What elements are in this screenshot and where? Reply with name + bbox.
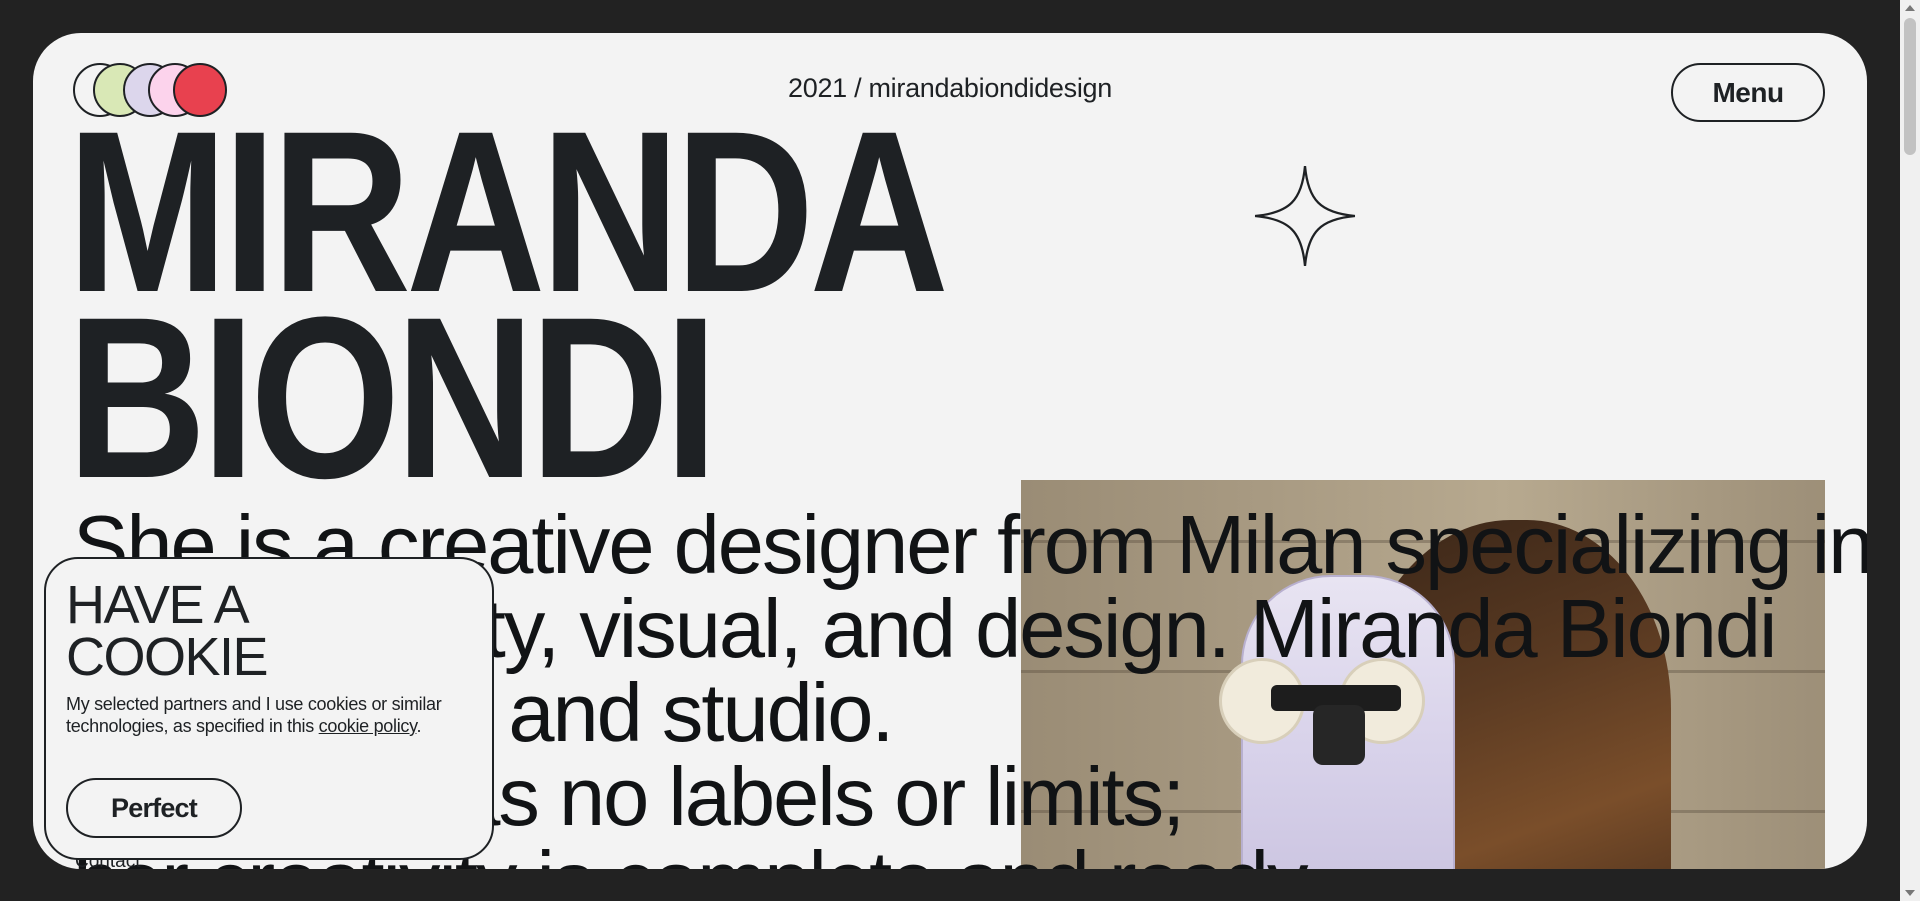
four-point-star-icon	[1254, 165, 1356, 267]
scrollbar-thumb[interactable]	[1904, 18, 1916, 155]
cookie-policy-link[interactable]: cookie policy	[319, 716, 417, 736]
scroll-up-icon[interactable]	[1905, 5, 1915, 11]
scroll-down-icon[interactable]	[1905, 890, 1915, 896]
cookie-text: My selected partners and I use cookies o…	[66, 694, 442, 736]
hero-name: MIRANDA BIONDI	[67, 83, 949, 526]
cookie-title: HAVE A COOKIE	[66, 575, 269, 687]
accept-cookies-button[interactable]: Perfect	[66, 778, 242, 838]
menu-button[interactable]: Menu	[1671, 63, 1825, 122]
scrollbar[interactable]	[1900, 0, 1920, 901]
cookie-banner: HAVE A COOKIE My selected partners and I…	[44, 557, 494, 860]
